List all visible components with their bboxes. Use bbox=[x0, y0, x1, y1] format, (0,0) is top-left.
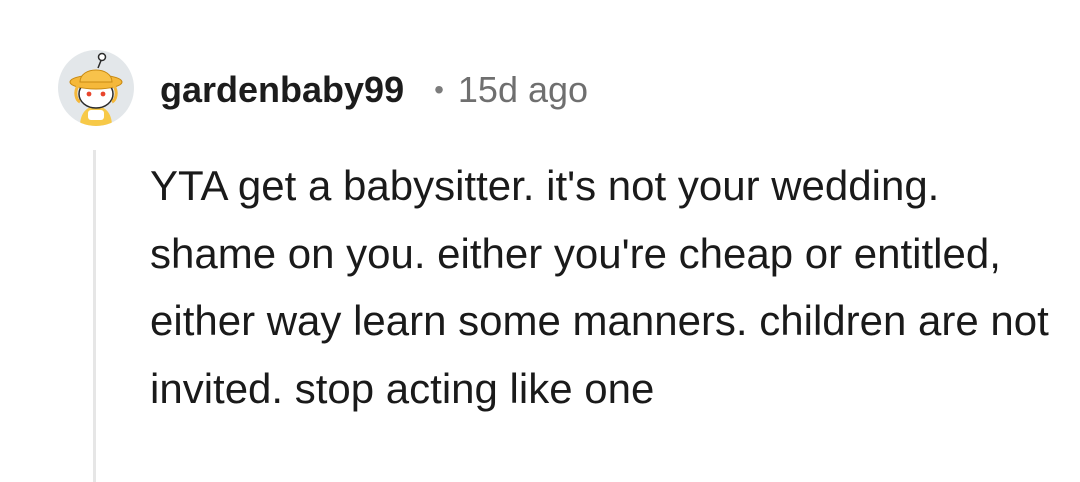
comment-header: gardenbaby99 • 15d ago bbox=[160, 68, 588, 112]
comment-body: YTA get a babysitter. it's not your wedd… bbox=[150, 162, 1049, 412]
username-link[interactable]: gardenbaby99 bbox=[160, 69, 404, 111]
thread-collapse-line[interactable] bbox=[93, 150, 96, 482]
comment: gardenbaby99 • 15d ago YTA get a babysit… bbox=[0, 0, 1080, 482]
separator-dot: • bbox=[434, 74, 444, 105]
snoo-avatar-icon bbox=[69, 52, 123, 126]
user-avatar[interactable] bbox=[58, 50, 134, 126]
timestamp[interactable]: 15d ago bbox=[458, 69, 588, 111]
